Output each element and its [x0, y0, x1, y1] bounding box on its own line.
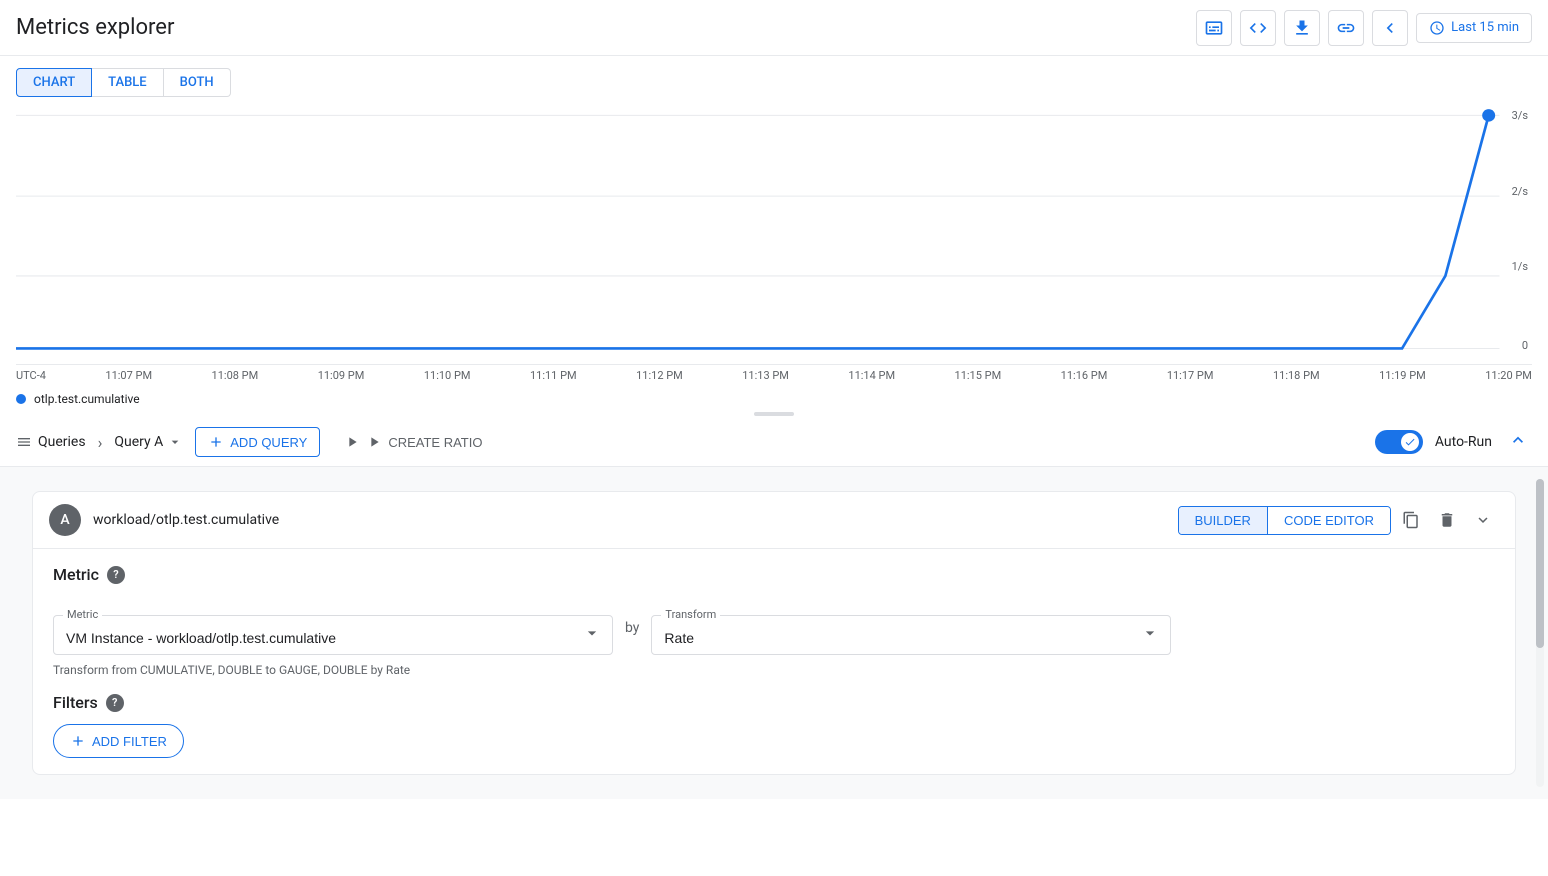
divider-pill: [754, 412, 794, 416]
tab-chart[interactable]: CHART: [16, 68, 92, 97]
queries-label-text: Queries: [38, 434, 86, 450]
alert-icon-btn[interactable]: [1196, 10, 1232, 46]
create-ratio-label: CREATE RATIO: [388, 435, 482, 450]
query-chip[interactable]: Query A: [114, 434, 183, 450]
query-panel: A workload/otlp.test.cumulative BUILDER …: [32, 491, 1516, 775]
metric-field-label: Metric: [63, 608, 102, 621]
x-label-1117: 11:17 PM: [1167, 369, 1214, 382]
code-editor-tab[interactable]: CODE EDITOR: [1268, 507, 1390, 534]
app-header: Metrics explorer Last 15 min: [0, 0, 1548, 56]
add-filter-button[interactable]: ADD FILTER: [53, 724, 184, 758]
x-label-1120: 11:20 PM: [1485, 369, 1532, 382]
y-label-3s: 3/s: [1512, 109, 1528, 122]
header-actions: Last 15 min: [1196, 10, 1532, 46]
time-range-label: Last 15 min: [1451, 20, 1519, 35]
x-label-utc: UTC-4: [16, 369, 46, 382]
toggle-thumb: [1401, 433, 1419, 451]
query-panel-left: A workload/otlp.test.cumulative: [49, 504, 279, 536]
metric-select[interactable]: VM Instance - workload/otlp.test.cumulat…: [54, 616, 612, 654]
by-text: by: [625, 616, 639, 636]
add-filter-label: ADD FILTER: [92, 734, 167, 749]
metric-select-wrapper: VM Instance - workload/otlp.test.cumulat…: [53, 615, 613, 655]
scrollbar-thumb[interactable]: [1536, 479, 1544, 648]
metric-help-icon[interactable]: ?: [107, 566, 125, 584]
tab-both[interactable]: BOTH: [164, 68, 231, 97]
x-label-1110: 11:10 PM: [424, 369, 471, 382]
transform-select[interactable]: Rate: [652, 616, 1170, 654]
code-icon-btn[interactable]: [1240, 10, 1276, 46]
create-ratio-button[interactable]: CREATE RATIO: [332, 428, 494, 456]
transform-select-wrapper: Rate: [651, 615, 1171, 655]
x-label-1112: 11:12 PM: [636, 369, 683, 382]
link-icon-btn[interactable]: [1328, 10, 1364, 46]
query-panel-actions: BUILDER CODE EDITOR: [1178, 504, 1499, 536]
queries-bar-left: Queries › Query A ADD QUERY CREATE RATIO: [16, 427, 1359, 457]
transform-field-label: Transform: [661, 608, 720, 621]
x-label-1109: 11:09 PM: [318, 369, 365, 382]
x-label-1113: 11:13 PM: [742, 369, 789, 382]
metric-label: Metric: [53, 565, 99, 584]
filters-label: Filters: [53, 693, 98, 712]
delete-icon-btn[interactable]: [1431, 504, 1463, 536]
queries-bar-right: Auto-Run: [1375, 426, 1532, 458]
back-icon-btn[interactable]: [1372, 10, 1408, 46]
toggle-track: [1375, 430, 1423, 454]
add-query-button[interactable]: ADD QUERY: [195, 427, 320, 457]
metric-field: Metric VM Instance - workload/otlp.test.…: [53, 596, 613, 655]
time-range-selector[interactable]: Last 15 min: [1416, 13, 1532, 43]
collapse-button[interactable]: [1504, 426, 1532, 458]
auto-run-label: Auto-Run: [1435, 434, 1492, 450]
query-avatar: A: [49, 504, 81, 536]
divider-handle[interactable]: [0, 410, 1548, 418]
query-panel-body: Metric ? Metric VM Instance - workload/o…: [33, 549, 1515, 774]
scrollbar-track[interactable]: [1536, 479, 1544, 787]
panel-collapse-btn[interactable]: [1467, 504, 1499, 536]
filters-section-title: Filters ?: [53, 693, 1495, 712]
x-label-1111: 11:11 PM: [530, 369, 577, 382]
query-panel-title: workload/otlp.test.cumulative: [93, 512, 279, 528]
builder-code-tabs: BUILDER CODE EDITOR: [1178, 506, 1391, 535]
y-label-2s: 2/s: [1512, 185, 1528, 198]
x-label-1118: 11:18 PM: [1273, 369, 1320, 382]
metric-row: Metric VM Instance - workload/otlp.test.…: [53, 596, 1495, 655]
x-label-1108: 11:08 PM: [212, 369, 259, 382]
x-label-1115: 11:15 PM: [955, 369, 1002, 382]
view-tabs: CHART TABLE BOTH: [16, 68, 1532, 97]
filters-help-icon[interactable]: ?: [106, 694, 124, 712]
page-title: Metrics explorer: [16, 15, 174, 40]
add-query-label: ADD QUERY: [230, 435, 307, 450]
x-axis-labels: UTC-4 11:07 PM 11:08 PM 11:09 PM 11:10 P…: [16, 365, 1532, 384]
auto-run-toggle[interactable]: [1375, 430, 1423, 454]
query-panel-header: A workload/otlp.test.cumulative BUILDER …: [33, 492, 1515, 549]
x-label-1114: 11:14 PM: [848, 369, 895, 382]
queries-bar: Queries › Query A ADD QUERY CREATE RATIO: [0, 418, 1548, 467]
legend-dot: [16, 394, 26, 404]
metric-section-title: Metric ?: [53, 565, 1495, 584]
y-label-1s: 1/s: [1512, 260, 1528, 273]
y-label-0: 0: [1522, 339, 1528, 352]
x-label-1107: 11:07 PM: [105, 369, 152, 382]
transform-note: Transform from CUMULATIVE, DOUBLE to GAU…: [53, 663, 1495, 677]
download-icon-btn[interactable]: [1284, 10, 1320, 46]
tab-table[interactable]: TABLE: [92, 68, 164, 97]
chart-legend: otlp.test.cumulative: [16, 384, 1532, 410]
legend-label: otlp.test.cumulative: [34, 392, 140, 406]
query-chip-label: Query A: [114, 434, 163, 450]
chart-svg: [16, 105, 1532, 364]
builder-tab[interactable]: BUILDER: [1179, 507, 1268, 534]
x-label-1119: 11:19 PM: [1379, 369, 1426, 382]
breadcrumb-arrow: ›: [98, 433, 103, 452]
x-label-1116: 11:16 PM: [1061, 369, 1108, 382]
chart-container: CHART TABLE BOTH 3/s 2/s 1/s 0 UTC-4 11:…: [0, 56, 1548, 410]
copy-icon-btn[interactable]: [1395, 504, 1427, 536]
chart-area: 3/s 2/s 1/s 0: [16, 105, 1532, 365]
transform-field: Transform Rate: [651, 596, 1171, 655]
queries-menu-btn[interactable]: Queries: [16, 434, 86, 450]
